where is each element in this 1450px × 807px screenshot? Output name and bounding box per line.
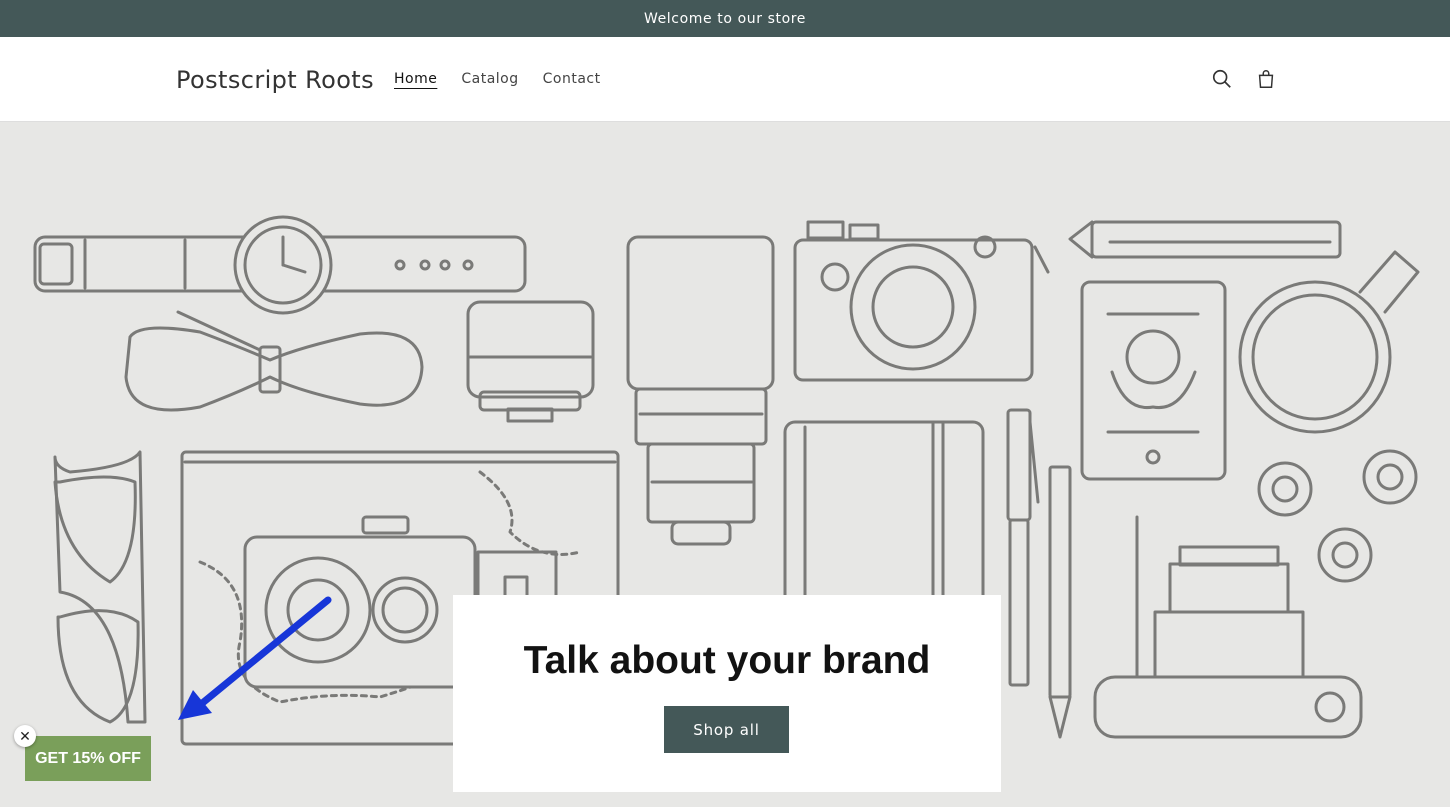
pencil-vertical-illustration <box>1048 465 1072 739</box>
lens-small-illustration <box>466 300 595 423</box>
pen-illustration <box>1006 408 1040 687</box>
sunglasses-illustration <box>53 450 147 724</box>
search-icon <box>1212 69 1231 88</box>
bowtie-illustration <box>124 310 424 412</box>
pencil-illustration <box>1068 220 1342 259</box>
announcement-bar: Welcome to our store <box>0 0 1450 37</box>
camera-bottom-illustration <box>1093 515 1363 739</box>
camera-illustration <box>793 220 1050 382</box>
lens-tall-illustration <box>626 235 775 546</box>
hero-banner: Talk about your brand Shop all <box>0 122 1450 807</box>
hero-title: Talk about your brand <box>523 639 931 682</box>
hero-content-box: Talk about your brand Shop all <box>453 595 1001 792</box>
site-header: Postscript Roots Home Catalog Contact <box>0 37 1450 122</box>
shop-all-button[interactable]: Shop all <box>664 706 789 753</box>
tape-illustration <box>1257 449 1418 583</box>
nav-home[interactable]: Home <box>394 71 437 87</box>
watch-illustration <box>33 215 527 315</box>
nav-contact[interactable]: Contact <box>543 71 601 87</box>
nav-catalog[interactable]: Catalog <box>461 71 518 87</box>
passport-illustration <box>1080 280 1227 481</box>
close-icon[interactable]: ✕ <box>14 725 36 747</box>
store-logo[interactable]: Postscript Roots <box>176 66 374 94</box>
magnifier-illustration <box>1238 250 1420 434</box>
cart-icon <box>1258 70 1274 88</box>
cart-button[interactable] <box>1252 65 1280 93</box>
announcement-text: Welcome to our store <box>643 10 807 27</box>
search-button[interactable] <box>1208 65 1236 93</box>
discount-popup-button[interactable]: GET 15% OFF <box>25 736 151 781</box>
main-nav: Home Catalog Contact <box>394 71 601 87</box>
